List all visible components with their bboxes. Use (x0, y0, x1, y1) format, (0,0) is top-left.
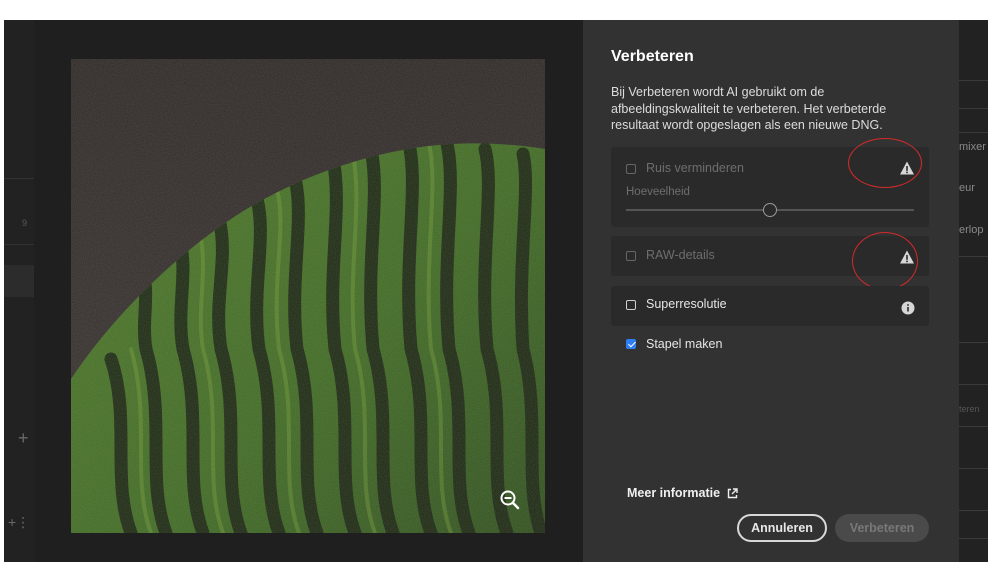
background-label: eur (959, 182, 975, 194)
annotation-circle (848, 138, 922, 188)
background-label: mixer (959, 141, 986, 153)
create-stack-checkbox[interactable] (626, 339, 636, 349)
zebra-stripes-image (71, 59, 545, 533)
preview-area (34, 20, 583, 562)
more-info-link[interactable]: Meer informatie (627, 486, 738, 500)
noise-reduction-label: Ruis verminderen (646, 161, 744, 175)
amount-label: Hoeveelheid (626, 186, 690, 198)
super-resolution-checkbox[interactable] (626, 300, 636, 310)
zoom-out-icon[interactable] (499, 489, 521, 511)
amount-slider-thumb[interactable] (763, 203, 777, 217)
cancel-button[interactable]: Annuleren (737, 514, 827, 542)
dialog-title: Verbeteren (611, 48, 694, 65)
super-resolution-label: Superresolutie (646, 297, 727, 311)
app-window: 9 + +⋮ mixer eur erlop teren Verbeteren … (4, 20, 988, 562)
enhance-dialog-panel: Verbeteren Bij Verbeteren wordt AI gebru… (583, 20, 959, 562)
create-stack-option: Stapel maken (611, 334, 811, 354)
dialog-description: Bij Verbeteren wordt AI gebruikt om de a… (611, 85, 887, 132)
more-info-label: Meer informatie (627, 486, 721, 500)
background-label: erlop (959, 224, 984, 236)
info-icon[interactable] (901, 301, 915, 315)
raw-details-label: RAW-details (646, 248, 715, 262)
background-label: teren (959, 404, 980, 414)
annotation-circle (852, 232, 918, 290)
external-link-icon (727, 487, 738, 498)
create-stack-label: Stapel maken (646, 337, 723, 351)
background-number: 9 (22, 218, 28, 228)
enhance-button[interactable]: Verbeteren (835, 514, 929, 542)
background-left-panel: 9 + +⋮ (4, 20, 34, 562)
add-menu-icon: +⋮ (8, 514, 31, 530)
plus-icon: + (18, 428, 29, 448)
background-right-panel: mixer eur erlop teren (959, 20, 988, 562)
noise-reduction-checkbox[interactable] (626, 164, 636, 174)
raw-details-checkbox[interactable] (626, 251, 636, 261)
super-resolution-option: Superresolutie (611, 286, 929, 326)
preview-image (71, 59, 545, 533)
amount-slider[interactable] (626, 203, 914, 217)
